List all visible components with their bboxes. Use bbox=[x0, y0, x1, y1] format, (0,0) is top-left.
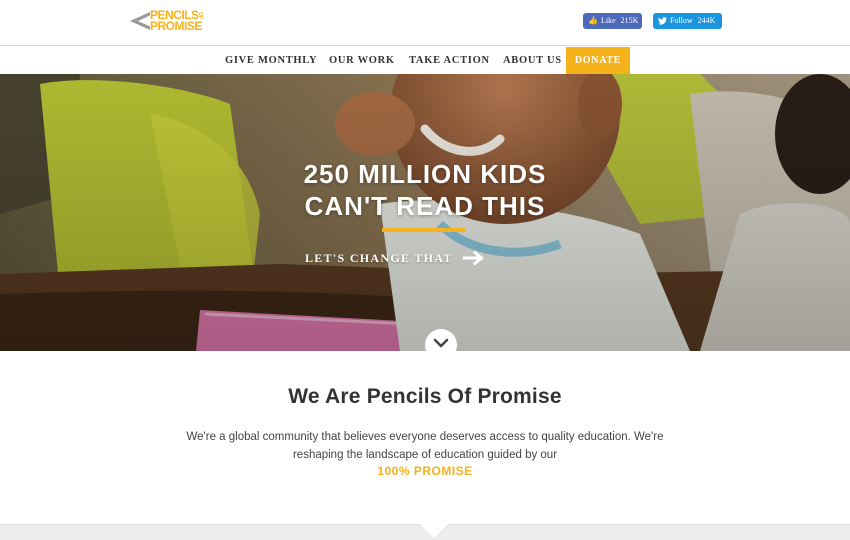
donate-button[interactable]: DONATE bbox=[566, 47, 630, 74]
section-divider-notch bbox=[420, 524, 448, 538]
nav-item-about-us[interactable]: ABOUT US bbox=[503, 47, 562, 74]
lets-change-that-link[interactable]: LET'S CHANGE THAT bbox=[305, 248, 485, 268]
nav-item-take-action[interactable]: TAKE ACTION bbox=[409, 47, 490, 74]
logo-text-promise: PROMISE bbox=[150, 19, 202, 33]
logo-text-of: OF bbox=[197, 12, 203, 19]
facebook-like-button[interactable]: 👍 Like 215K bbox=[583, 13, 642, 29]
intro-paragraph-line1: We're a global community that believes e… bbox=[186, 431, 664, 443]
twitter-follow-label: Follow bbox=[670, 16, 693, 25]
hero-headline: 250 MILLION KIDS CAN'T READ THIS bbox=[0, 158, 850, 222]
chevron-down-icon bbox=[433, 338, 449, 348]
nav-item-our-work[interactable]: OUR WORK bbox=[329, 47, 395, 74]
hero-headline-line2: CAN'T READ THIS bbox=[304, 191, 546, 221]
facebook-like-count: 215K bbox=[620, 16, 639, 25]
facebook-like-label: Like bbox=[600, 16, 616, 25]
twitter-bird-icon bbox=[658, 17, 667, 25]
thumbs-up-icon: 👍 bbox=[588, 16, 598, 25]
twitter-follow-button[interactable]: Follow 244K bbox=[653, 13, 722, 29]
twitter-follow-count: 244K bbox=[697, 16, 716, 25]
hero-banner: 250 MILLION KIDS CAN'T READ THIS LET'S C… bbox=[0, 74, 850, 351]
top-bar: PENCILS OF PROMISE 👍 Like 215K Follow 24… bbox=[0, 0, 850, 46]
hero-headline-underline bbox=[382, 228, 465, 232]
arrow-right-icon bbox=[462, 251, 484, 265]
hero-cta-label: LET'S CHANGE THAT bbox=[305, 250, 453, 265]
100-percent-promise-link[interactable]: 100% PROMISE bbox=[0, 464, 850, 478]
intro-heading: We Are Pencils Of Promise bbox=[288, 385, 562, 408]
hero-headline-line1: 250 MILLION KIDS bbox=[303, 159, 547, 189]
intro-paragraph-line2: reshaping the landscape of education gui… bbox=[292, 449, 558, 461]
pencils-of-promise-logo[interactable]: PENCILS OF PROMISE bbox=[128, 9, 218, 37]
nav-item-give-monthly[interactable]: GIVE MONTHLY bbox=[225, 47, 317, 74]
pencil-chevron-logo-icon bbox=[130, 12, 150, 30]
intro-paragraph: We're a global community that believes e… bbox=[160, 428, 690, 464]
scroll-down-button[interactable] bbox=[425, 329, 457, 361]
main-nav: GIVE MONTHLY OUR WORK TAKE ACTION ABOUT … bbox=[0, 47, 850, 74]
